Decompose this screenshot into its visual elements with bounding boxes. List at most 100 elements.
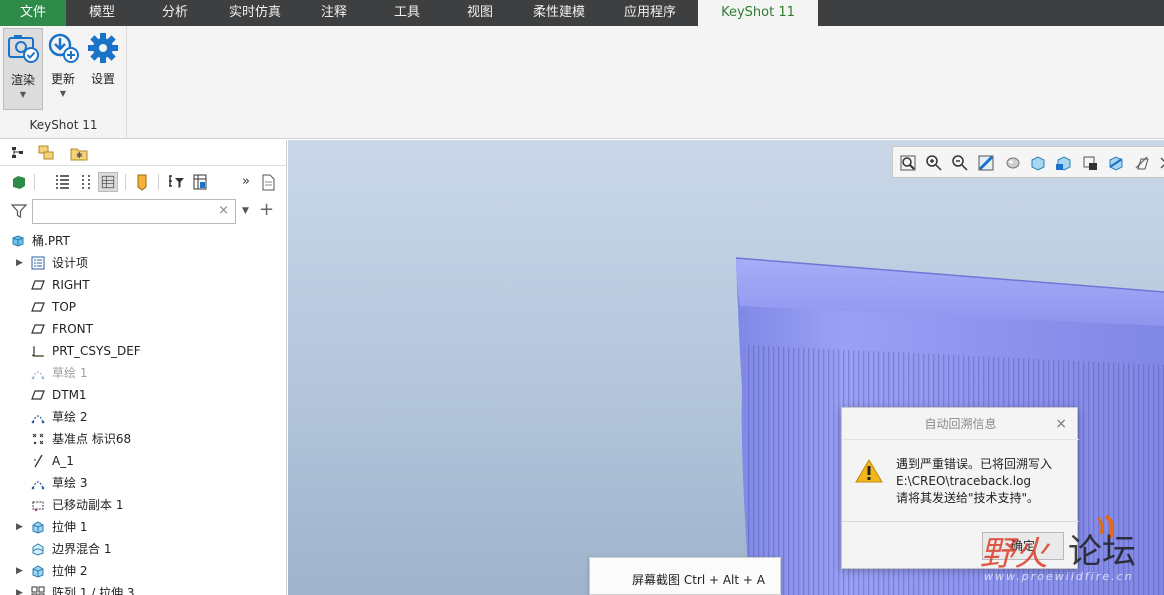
render-icon (8, 35, 39, 63)
model-tree-tab-icon[interactable] (8, 143, 30, 163)
favorites-tab-icon[interactable]: ✱ (68, 143, 90, 163)
add-filter-button[interactable]: + (259, 199, 274, 220)
panel-tabs: ✱ (0, 140, 286, 166)
sketch-icon (31, 481, 45, 490)
tree-item-label: 草绘 1 (52, 366, 88, 380)
highlight-icon[interactable] (132, 172, 152, 192)
tree-item-label: 草绘 3 (52, 476, 88, 490)
tree-item[interactable]: 已移动副本 1 (0, 494, 287, 516)
tab-file[interactable]: 文件 (0, 0, 66, 26)
tree-item-label: 基准点 标识68 (52, 432, 132, 446)
update-label: 更新 (50, 72, 75, 86)
show-icon[interactable] (10, 172, 30, 192)
zoom-out-icon[interactable] (951, 154, 969, 172)
update-button[interactable]: 更新 ▼ (43, 28, 83, 110)
render-button[interactable]: 渲染 ▼ (3, 28, 43, 110)
view-manager-icon[interactable] (1055, 154, 1073, 172)
search-box: × (32, 199, 236, 224)
tab-live-simulation[interactable]: 实时仿真 (212, 0, 298, 26)
display-style-icon[interactable] (1003, 154, 1021, 172)
dialog-message-line: E:\CREO\traceback.log (896, 474, 1032, 488)
datum-plane-icon (31, 390, 45, 400)
ribbon: 渲染 ▼ 更新 ▼ 设置 KeyShot 11 (0, 26, 1164, 139)
expand-arrow-icon[interactable]: ▶ (16, 252, 23, 274)
tab-applications[interactable]: 应用程序 (602, 0, 698, 26)
tab-annotate[interactable]: 注释 (298, 0, 370, 26)
settings-table-icon[interactable] (98, 172, 118, 192)
datum-display-icon[interactable] (1133, 154, 1151, 172)
table-layout-icon[interactable] (190, 172, 210, 192)
close-view-tools-icon[interactable] (1157, 154, 1164, 172)
model-tree-panel: ✱ » × ▼ + 桶.PRT ▶ 设计项 RIGHT TOP FRONT PR… (0, 140, 287, 595)
tree-item-label: 拉伸 2 (52, 564, 88, 578)
tree-columns-icon[interactable] (52, 172, 72, 192)
tree-filter-icon[interactable] (166, 172, 186, 192)
tree-item[interactable]: 基准点 标识68 (0, 428, 287, 450)
settings-label: 设置 (90, 72, 115, 86)
tab-analysis[interactable]: 分析 (138, 0, 212, 26)
tree-item[interactable]: ▶ 阵列 1 / 拉伸 3 (0, 582, 287, 595)
screenshot-shortcut-popup: 屏幕截图 Ctrl + Alt + A (589, 557, 781, 595)
menu-bar: 文件 模型 分析 实时仿真 注释 工具 视图 柔性建模 应用程序 KeyShot… (0, 0, 1164, 26)
filter-icon[interactable] (11, 203, 27, 219)
expand-arrow-icon[interactable]: ▶ (16, 560, 23, 582)
tree-item[interactable]: TOP (0, 296, 287, 318)
view-toolbar (892, 146, 1164, 178)
search-input[interactable] (33, 200, 213, 222)
csys-icon (31, 345, 45, 357)
tree-item[interactable]: ▶ 拉伸 1 (0, 516, 287, 538)
tree-item-label: TOP (52, 300, 77, 314)
refit-icon[interactable] (899, 154, 917, 172)
tree-item[interactable]: 草绘 2 (0, 406, 287, 428)
close-icon[interactable]: × (1055, 416, 1067, 432)
group-label: KeyShot 11 (29, 118, 98, 132)
zoom-in-icon[interactable] (925, 154, 943, 172)
tree-item[interactable]: A_1 (0, 450, 287, 472)
tab-tools[interactable]: 工具 (370, 0, 444, 26)
more-tools-icon[interactable]: » (236, 172, 256, 192)
tab-model[interactable]: 模型 (66, 0, 138, 26)
svg-text:✱: ✱ (76, 151, 83, 160)
document-icon[interactable] (258, 172, 278, 192)
section-view-icon[interactable] (1107, 154, 1125, 172)
datum-point-icon (32, 433, 44, 445)
tab-keyshot[interactable]: KeyShot 11 (698, 0, 818, 26)
tree-item[interactable]: 边界混合 1 (0, 538, 287, 560)
tree-root[interactable]: 桶.PRT (0, 230, 287, 252)
expand-arrow-icon[interactable]: ▶ (16, 516, 23, 538)
tree-item[interactable]: PRT_CSYS_DEF (0, 340, 287, 362)
sketch-icon (31, 415, 45, 424)
saved-orientations-icon[interactable] (1029, 154, 1047, 172)
datum-plane-icon (31, 324, 45, 334)
layer-tree-tab-icon[interactable] (36, 143, 58, 163)
datum-axis-icon (34, 454, 43, 468)
pattern-icon (31, 586, 45, 595)
expand-arrow-icon[interactable]: ▶ (16, 582, 23, 595)
sketch-icon (31, 371, 45, 380)
dialog-message: 遇到严重错误。已将回溯写入 E:\CREO\traceback.log 请将其发… (896, 456, 1052, 507)
tree-item[interactable]: FRONT (0, 318, 287, 340)
toolbar-divider (158, 174, 159, 190)
tab-view[interactable]: 视图 (444, 0, 516, 26)
tree-item-label: PRT_CSYS_DEF (52, 344, 141, 358)
tree-item[interactable]: ▶ 拉伸 2 (0, 560, 287, 582)
tree-item[interactable]: 草绘 1 (0, 362, 287, 384)
clear-search-icon[interactable]: × (218, 203, 229, 218)
expand-tree-icon[interactable] (76, 172, 96, 192)
part-icon (12, 235, 24, 247)
boundary-blend-icon (32, 543, 44, 556)
watermark-brand-b: 论坛 (1068, 532, 1136, 572)
tab-flexible-modeling[interactable]: 柔性建模 (516, 0, 602, 26)
perspective-icon[interactable] (1081, 154, 1099, 172)
tree-item[interactable]: RIGHT (0, 274, 287, 296)
settings-button[interactable]: 设置 (83, 28, 123, 110)
gear-icon (88, 33, 118, 63)
chevron-down-icon[interactable]: ▼ (242, 206, 249, 216)
tree-item[interactable]: ▶ 设计项 (0, 252, 287, 274)
repaint-icon[interactable] (977, 154, 995, 172)
screenshot-shortcut-text: 屏幕截图 Ctrl + Alt + A (632, 573, 765, 587)
filter-row: × ▼ + (0, 198, 287, 226)
tree-item[interactable]: 草绘 3 (0, 472, 287, 494)
moved-copy-icon (32, 501, 44, 512)
tree-item[interactable]: DTM1 (0, 384, 287, 406)
